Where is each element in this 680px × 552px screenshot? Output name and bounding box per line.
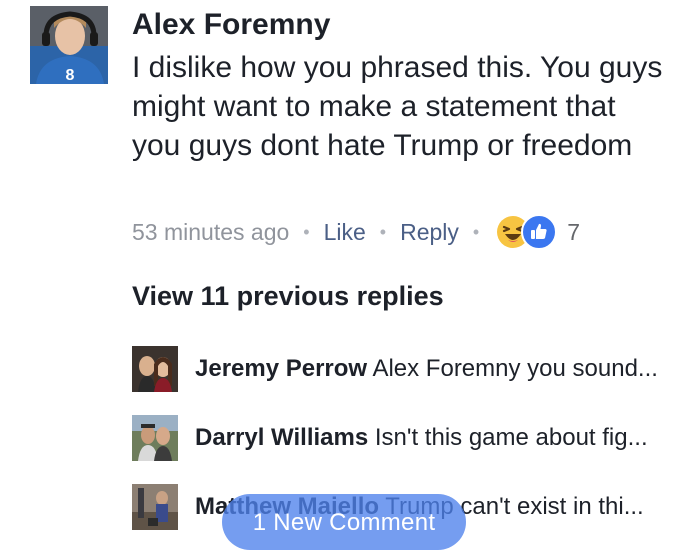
separator-dot: • bbox=[472, 221, 480, 242]
separator-dot: • bbox=[303, 221, 310, 242]
view-previous-replies-link[interactable]: View 11 previous replies bbox=[132, 281, 444, 312]
reply-snippet[interactable]: Isn't this game about fig... bbox=[375, 424, 648, 451]
reply-content: Darryl Williams Isn't this game about fi… bbox=[195, 424, 648, 452]
reply-content: Jeremy Perrow Alex Foremny you sound... bbox=[195, 355, 658, 383]
svg-text:8: 8 bbox=[66, 67, 75, 84]
reply-author-name[interactable]: Jeremy Perrow bbox=[195, 355, 367, 382]
comment-timestamp[interactable]: 53 minutes ago bbox=[132, 219, 289, 246]
comment-body: I dislike how you phrased this. You guys… bbox=[132, 51, 663, 162]
reply-snippet[interactable]: Alex Foremny you sound... bbox=[372, 355, 657, 382]
reply-button[interactable]: Reply bbox=[400, 219, 459, 246]
reply-avatar[interactable] bbox=[132, 484, 178, 530]
commenter-avatar[interactable]: 8 bbox=[30, 6, 108, 84]
like-button[interactable]: Like bbox=[324, 219, 366, 246]
reactions-summary[interactable]: 7 bbox=[497, 214, 580, 250]
reply-author-name[interactable]: Darryl Williams bbox=[195, 424, 368, 451]
reply-row[interactable]: Jeremy Perrow Alex Foremny you sound... bbox=[132, 345, 680, 393]
reply-row[interactable]: Darryl Williams Isn't this game about fi… bbox=[132, 414, 680, 462]
comment-actions-row: 53 minutes ago • Like • Reply • 7 bbox=[132, 214, 580, 250]
reaction-count: 7 bbox=[567, 218, 581, 245]
separator-dot: • bbox=[379, 221, 387, 242]
comment-author-name[interactable]: Alex Foremny bbox=[132, 8, 330, 42]
new-comment-button[interactable]: 1 New Comment bbox=[222, 494, 466, 550]
like-reaction-icon bbox=[521, 214, 558, 250]
reply-avatar[interactable] bbox=[132, 415, 178, 461]
reply-avatar[interactable] bbox=[132, 346, 178, 392]
